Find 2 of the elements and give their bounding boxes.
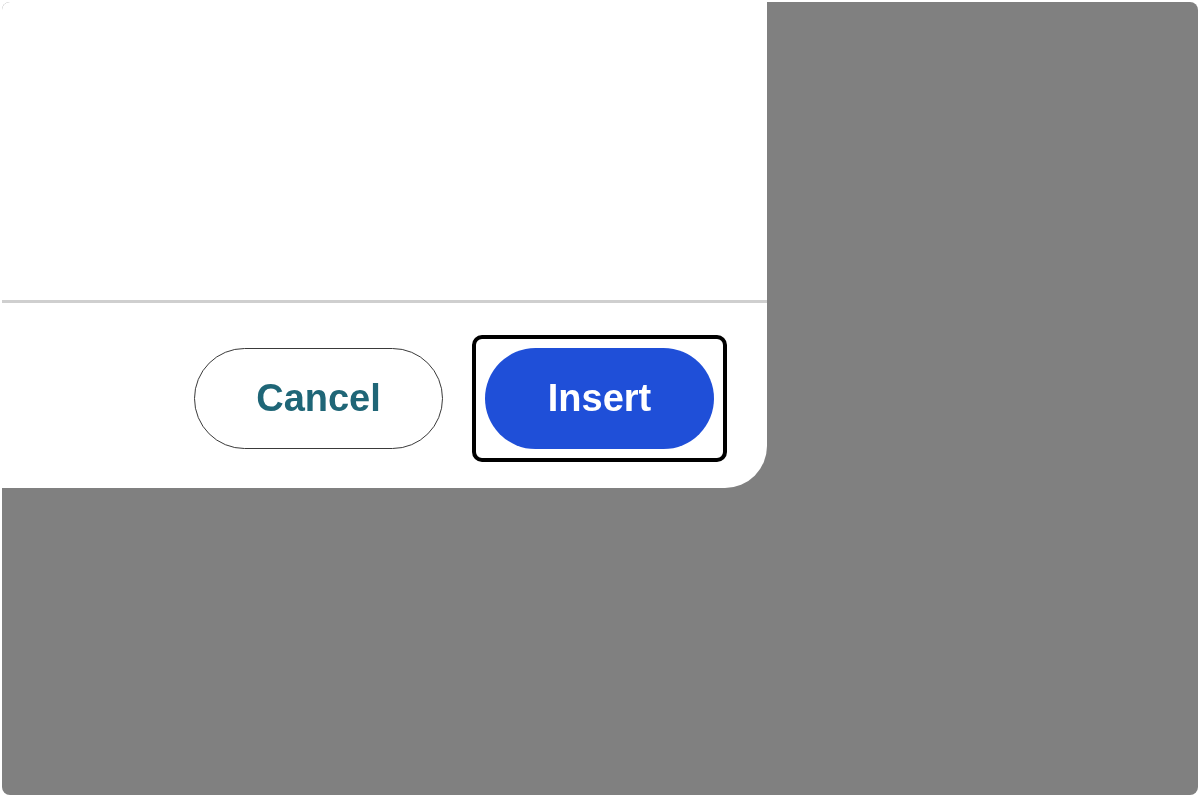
cancel-button[interactable]: Cancel xyxy=(194,348,443,449)
insert-button[interactable]: Insert xyxy=(485,348,714,449)
